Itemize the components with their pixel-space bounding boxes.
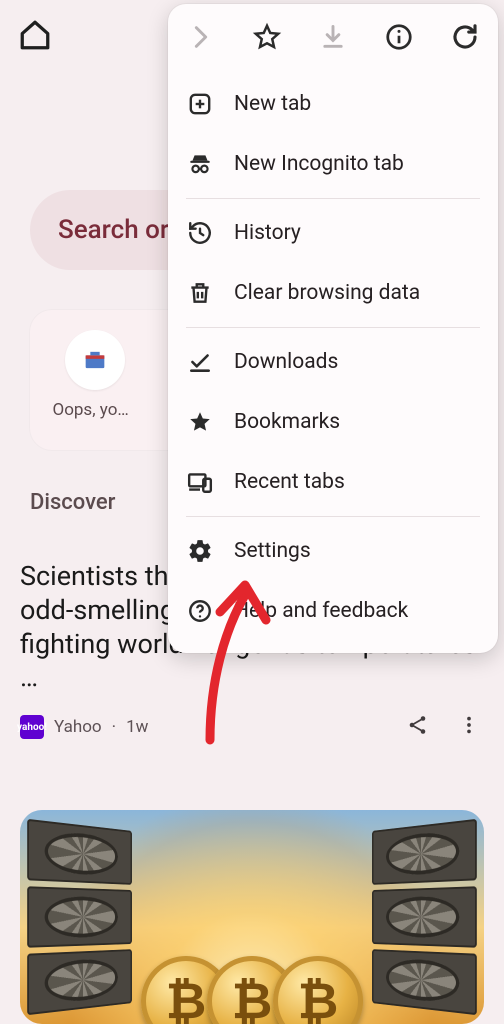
more-icon[interactable] — [458, 714, 480, 740]
menu-downloads[interactable]: Downloads — [168, 332, 498, 392]
feed-image[interactable]: ₿ ₿ ₿ — [20, 810, 484, 1024]
menu-label: Clear browsing data — [234, 281, 420, 305]
bitcoin-coins: ₿ ₿ ₿ — [153, 934, 351, 1024]
help-icon — [186, 597, 214, 625]
site-favicon — [65, 330, 125, 390]
mining-rig — [367, 810, 484, 1024]
menu-label: History — [234, 221, 301, 245]
top-site-item[interactable]: Oops, you … — [50, 330, 140, 430]
discover-heading: Discover — [30, 490, 115, 515]
gear-icon — [186, 537, 214, 565]
menu-divider — [186, 327, 480, 328]
download-icon[interactable] — [318, 22, 348, 52]
menu-label: Help and feedback — [234, 599, 408, 623]
menu-label: Downloads — [234, 350, 338, 374]
share-icon[interactable] — [406, 713, 430, 741]
info-icon[interactable] — [384, 22, 414, 52]
source-badge: yahoo! — [20, 715, 44, 739]
article-source: Yahoo — [54, 717, 102, 737]
home-icon[interactable] — [18, 18, 52, 52]
star-icon[interactable] — [252, 22, 282, 52]
menu-label: Settings — [234, 539, 311, 563]
menu-incognito[interactable]: New Incognito tab — [168, 134, 498, 194]
menu-bookmarks[interactable]: Bookmarks — [168, 392, 498, 452]
menu-divider — [186, 516, 480, 517]
refresh-icon[interactable] — [450, 22, 480, 52]
menu-history[interactable]: History — [168, 203, 498, 263]
star-filled-icon — [186, 408, 214, 436]
meta-sep: · — [112, 717, 116, 737]
check-underline-icon — [186, 348, 214, 376]
menu-label: Recent tabs — [234, 470, 345, 494]
site-label: Oops, you … — [53, 400, 138, 420]
menu-label: Bookmarks — [234, 410, 340, 434]
menu-new-tab[interactable]: New tab — [168, 74, 498, 134]
history-icon — [186, 219, 214, 247]
overflow-menu: New tab New Incognito tab History Clear … — [168, 4, 498, 653]
trash-icon — [186, 279, 214, 307]
forward-icon[interactable] — [186, 22, 216, 52]
menu-clear-data[interactable]: Clear browsing data — [168, 263, 498, 323]
devices-icon — [186, 468, 214, 496]
menu-divider — [186, 198, 480, 199]
search-placeholder: Search or — [58, 215, 169, 245]
menu-toolbar — [168, 4, 498, 70]
menu-recent-tabs[interactable]: Recent tabs — [168, 452, 498, 512]
plus-square-icon — [186, 90, 214, 118]
menu-help[interactable]: Help and feedback — [168, 581, 498, 641]
menu-label: New Incognito tab — [234, 152, 404, 176]
mining-rig — [20, 810, 137, 1024]
article-age: 1w — [126, 717, 148, 737]
menu-label: New tab — [234, 92, 311, 116]
article-meta-row: yahoo! Yahoo · 1w — [20, 713, 480, 741]
incognito-icon — [186, 150, 214, 178]
menu-settings[interactable]: Settings — [168, 521, 498, 581]
